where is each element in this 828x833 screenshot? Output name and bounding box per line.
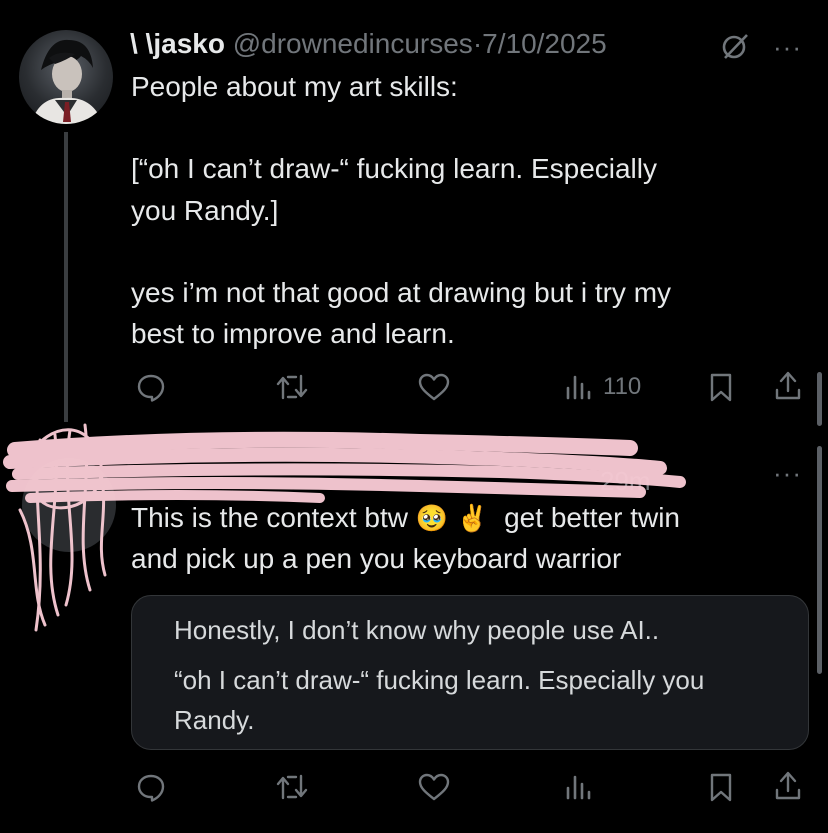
avatar[interactable] — [19, 30, 113, 124]
quoted-line: Randy. — [174, 705, 255, 735]
like-button[interactable] — [417, 371, 451, 403]
bookmark-button[interactable] — [706, 771, 736, 803]
repost-icon — [276, 374, 308, 400]
heart-icon — [418, 373, 450, 401]
tweet-header: \ \jasko @drownedincurses·7/10/2025 — [130, 28, 607, 60]
share-icon — [775, 371, 801, 400]
user-handle[interactable]: @drownedincurses — [233, 28, 473, 59]
thread-connector — [64, 132, 68, 422]
views-button[interactable] — [563, 771, 595, 803]
repost-button[interactable] — [274, 371, 310, 403]
reply-button[interactable] — [135, 771, 167, 803]
more-options-icon[interactable]: ··· — [773, 32, 802, 63]
reply-icon — [137, 774, 165, 802]
post-date[interactable]: 7/10/2025 — [482, 28, 607, 59]
more-options-icon[interactable]: ··· — [773, 458, 802, 489]
victory-hand-emoji: ✌ — [455, 503, 489, 533]
quoted-post-card[interactable]: Honestly, I don’t know why people use AI… — [131, 595, 809, 750]
post-line: This is the context btw 🥹 ✌ get better t… — [131, 497, 680, 539]
heart-icon — [418, 773, 450, 801]
analytics-icon — [566, 375, 591, 400]
reply-button[interactable] — [135, 371, 167, 403]
share-button[interactable] — [772, 769, 804, 803]
analytics-icon — [566, 775, 591, 800]
quoted-line: Honestly, I don’t know why people use AI… — [174, 615, 660, 645]
post-line: yes i’m not that good at drawing but i t… — [131, 277, 672, 308]
reply-icon — [137, 374, 165, 402]
post-text-segment: get better twin — [504, 502, 680, 533]
bookmark-button[interactable] — [706, 371, 736, 403]
repost-icon — [276, 774, 308, 800]
share-icon — [775, 771, 801, 800]
share-button[interactable] — [772, 369, 804, 403]
views-button[interactable]: 110 — [563, 371, 641, 403]
post-text-segment: This is the context btw — [131, 502, 409, 533]
scrollbar[interactable] — [817, 372, 822, 426]
bookmark-icon — [710, 773, 732, 802]
grok-icon[interactable] — [719, 30, 751, 67]
quoted-line: “oh I can’t draw-“ fucking learn. Especi… — [174, 665, 705, 695]
scrollbar[interactable] — [817, 446, 822, 674]
avatar-illustration — [31, 39, 103, 124]
separator-dot: · — [472, 28, 483, 59]
post-line: best to improve and learn. — [131, 318, 455, 349]
like-button[interactable] — [417, 771, 451, 803]
post-line: and pick up a pen you keyboard warrior — [131, 543, 622, 574]
post-line: People about my art skills: — [131, 71, 458, 102]
repost-button[interactable] — [274, 771, 310, 803]
pleading-face-emoji: 🥹 — [415, 503, 449, 533]
display-name[interactable]: \ \jasko — [130, 28, 225, 59]
bookmark-icon — [710, 373, 732, 402]
post-line: you Randy.] — [131, 195, 279, 226]
view-count: 110 — [603, 373, 642, 400]
post-line: [“oh I can’t draw-“ fucking learn. Espec… — [131, 153, 657, 184]
